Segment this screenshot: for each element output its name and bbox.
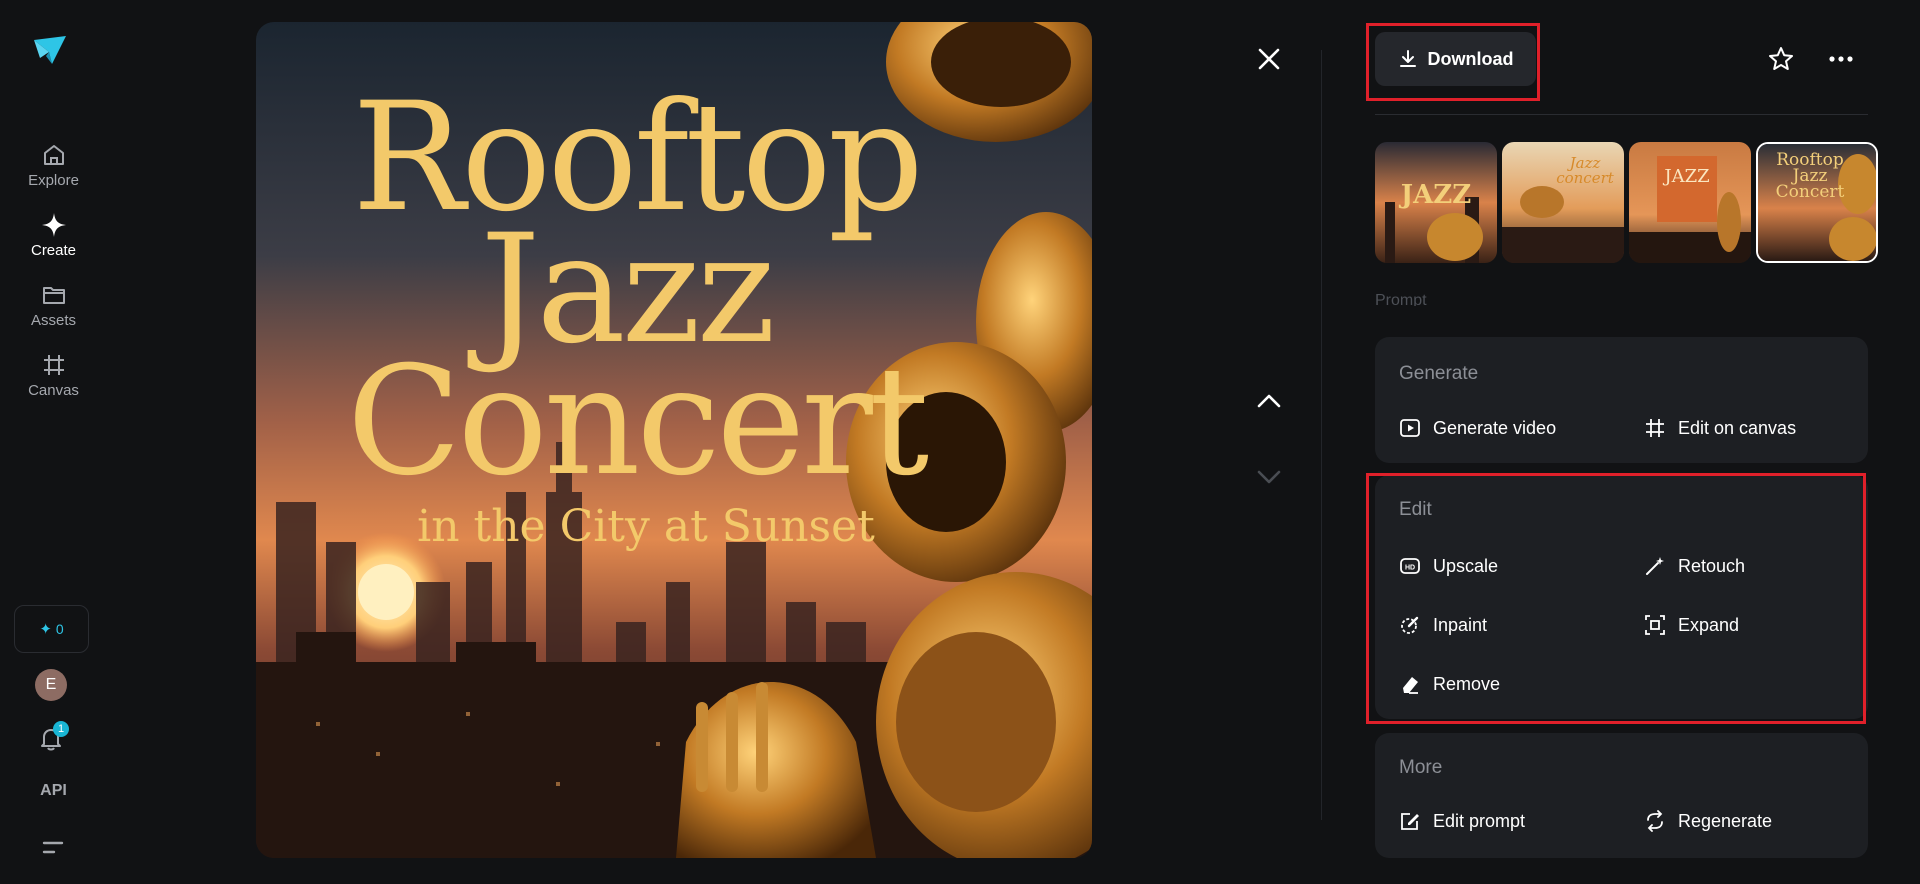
action-label: Expand — [1678, 614, 1740, 635]
poster-title-line: Concert — [346, 335, 929, 509]
crop-icon — [1646, 419, 1664, 437]
generate-video-button[interactable]: Generate video — [1399, 417, 1556, 439]
retouch-button[interactable]: Retouch — [1644, 555, 1745, 577]
action-label: Generate video — [1433, 417, 1557, 438]
favorite-button[interactable] — [1766, 44, 1796, 74]
hd-icon: HD — [1400, 558, 1420, 574]
generated-image: Rooftop Jazz Concert in the City at Suns… — [256, 22, 1092, 858]
close-button[interactable] — [1254, 44, 1284, 74]
variation-thumbnail-1[interactable]: JAZZ — [1375, 142, 1497, 263]
variation-thumbnail-3[interactable]: JAZZ — [1629, 142, 1751, 263]
chevron-up-icon — [1257, 394, 1281, 408]
svg-text:HD: HD — [1405, 565, 1415, 572]
edit-section: Edit HD Upscale Retouch Inpaint Expand R… — [1375, 475, 1868, 719]
next-image-button[interactable] — [1254, 464, 1284, 490]
chevron-down-icon — [1257, 470, 1281, 484]
menu-icon[interactable] — [42, 838, 64, 858]
magic-wand-icon — [1646, 557, 1664, 575]
folder-icon — [42, 287, 65, 304]
download-icon — [1399, 50, 1416, 67]
download-button[interactable]: Download — [1375, 32, 1536, 86]
section-title: More — [1399, 757, 1443, 778]
section-title: Generate — [1399, 363, 1479, 384]
credits-badge[interactable]: ✦ 0 — [14, 605, 89, 653]
action-label: Edit on canvas — [1678, 417, 1797, 438]
expand-button[interactable]: Expand — [1644, 614, 1739, 636]
generate-section: Generate Generate video Edit on canvas — [1375, 337, 1868, 463]
inpaint-button[interactable]: Inpaint — [1399, 614, 1487, 636]
panel-header-divider — [1375, 114, 1868, 115]
api-link[interactable]: API — [0, 782, 107, 800]
edit-prompt-button[interactable]: Edit prompt — [1399, 810, 1525, 832]
sidebar-item-assets[interactable]: Assets — [0, 282, 107, 342]
remove-button[interactable]: Remove — [1399, 673, 1500, 695]
refresh-icon — [1647, 810, 1663, 832]
sidebar-item-canvas[interactable]: Canvas — [0, 352, 107, 412]
action-label: Edit prompt — [1433, 810, 1526, 831]
edit-icon — [1401, 813, 1419, 830]
more-options-button[interactable] — [1826, 44, 1856, 74]
play-icon — [1400, 419, 1420, 437]
panel-divider — [1321, 50, 1322, 820]
sidebar: Explore Create Assets Canvas ✦ 0 E 1 API — [0, 0, 107, 884]
sparkle-icon: ✦ — [39, 621, 52, 638]
action-label: Upscale — [1433, 555, 1499, 576]
sidebar-item-label: Assets — [30, 312, 76, 329]
previous-image-button[interactable] — [1254, 388, 1284, 414]
thumbnail-text: Jazz concert — [1556, 154, 1614, 187]
thumbnail-text: JAZZ — [1400, 180, 1472, 210]
sidebar-item-label: Canvas — [28, 382, 79, 399]
close-icon — [1258, 48, 1280, 70]
upscale-button[interactable]: HD Upscale — [1399, 555, 1498, 577]
star-icon — [1769, 47, 1793, 70]
more-icon — [1829, 56, 1853, 62]
variation-thumbnail-2[interactable]: Jazz concert — [1502, 142, 1624, 263]
notification-badge: 1 — [53, 721, 69, 737]
thumbnail-text: JAZZ — [1664, 166, 1710, 187]
expand-icon — [1645, 615, 1665, 635]
action-label: Remove — [1433, 673, 1501, 694]
download-label: Download — [1427, 48, 1514, 69]
credits-count: 0 — [55, 621, 64, 637]
variation-thumbnail-4-selected[interactable]: Rooftop Jazz Concert — [1756, 142, 1878, 263]
sidebar-item-explore[interactable]: Explore — [0, 142, 107, 202]
action-label: Regenerate — [1678, 810, 1773, 831]
home-icon — [43, 145, 64, 165]
sparkle-icon — [41, 213, 66, 237]
sidebar-item-label: Explore — [28, 172, 79, 189]
app-logo[interactable] — [32, 32, 68, 68]
regenerate-button[interactable]: Regenerate — [1644, 810, 1772, 832]
notifications-button[interactable]: 1 — [37, 721, 69, 753]
prompt-label: Prompt — [1375, 292, 1427, 306]
inpaint-icon — [1401, 616, 1419, 634]
poster-subtitle: in the City at Sunset — [417, 501, 875, 552]
thumbnail-text: Rooftop Jazz Concert — [1775, 150, 1845, 203]
section-title: Edit — [1399, 499, 1432, 520]
edit-on-canvas-button[interactable]: Edit on canvas — [1644, 417, 1796, 439]
crop-icon — [43, 355, 64, 375]
sidebar-item-label: Create — [30, 242, 77, 259]
eraser-icon — [1403, 677, 1418, 694]
action-label: Inpaint — [1433, 614, 1488, 635]
avatar[interactable]: E — [35, 669, 67, 701]
more-section: More Edit prompt Regenerate — [1375, 733, 1868, 858]
sidebar-item-create[interactable]: Create — [0, 212, 107, 272]
action-label: Retouch — [1678, 555, 1746, 576]
